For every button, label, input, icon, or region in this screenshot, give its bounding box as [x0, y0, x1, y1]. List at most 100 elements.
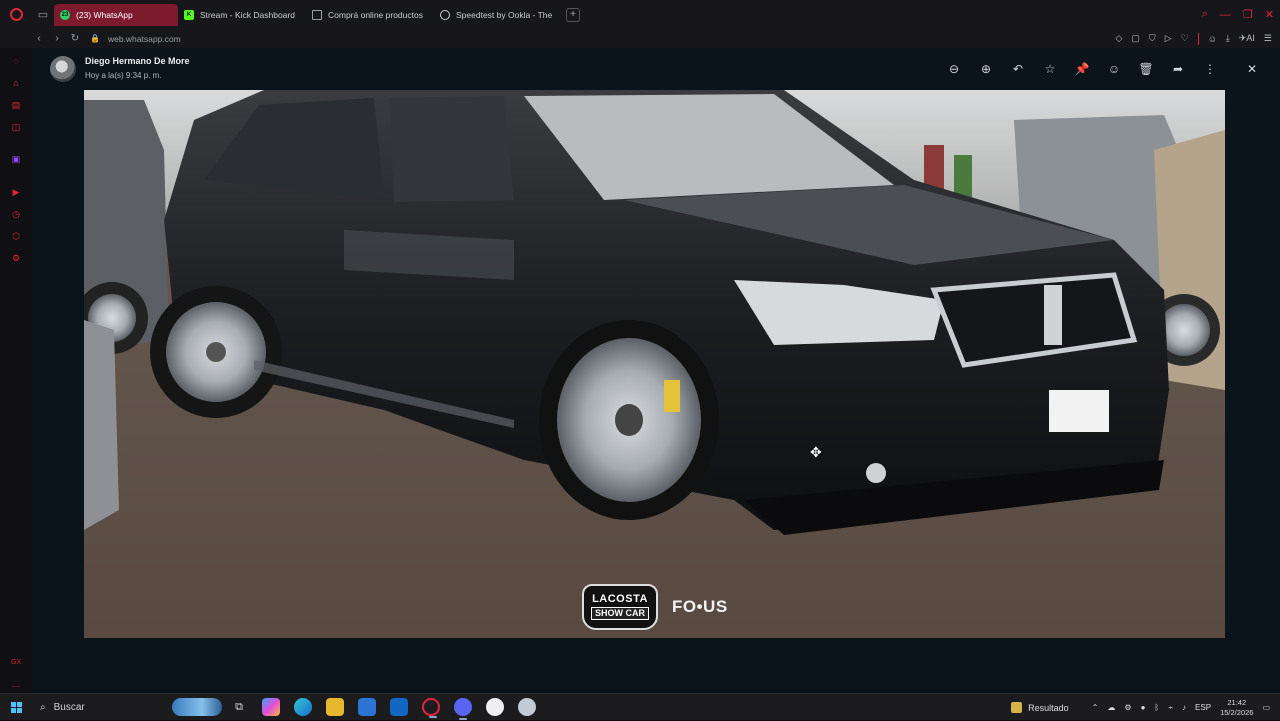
- star-icon[interactable]: ☆: [1040, 59, 1060, 79]
- onedrive-icon[interactable]: ☁: [1107, 703, 1115, 712]
- minimize-icon[interactable]: —: [1220, 9, 1231, 21]
- tab-label: Comprá online productos: [328, 10, 423, 20]
- media-image[interactable]: LACOSTA SHOW CAR FO•US ✥: [84, 90, 1225, 638]
- back-icon[interactable]: ‹: [30, 33, 48, 44]
- focus-logo: FO•US: [672, 597, 728, 616]
- taskbar-search[interactable]: ⌕ Buscar: [32, 694, 222, 721]
- app-icon[interactable]: [518, 698, 536, 716]
- zoom-out-icon[interactable]: ⊖: [944, 59, 964, 79]
- search-icon: ⌕: [40, 701, 46, 713]
- sidebar-twitch-icon[interactable]: ▣: [10, 153, 22, 165]
- speedtest-icon: [440, 10, 450, 20]
- taskbar-apps: ⧉: [230, 698, 536, 720]
- sender-name: Diego Hermano De More: [85, 56, 190, 66]
- forward-icon[interactable]: ›: [48, 33, 66, 44]
- sent-timestamp: Hoy a la(s) 9:34 p. m.: [85, 71, 162, 80]
- pin-icon[interactable]: 📌: [1072, 59, 1092, 79]
- network-icon[interactable]: ⌁: [1168, 703, 1173, 712]
- sidebar-messenger-icon[interactable]: ▤: [10, 99, 22, 111]
- window-controls: ⌕ — ❐ ✕: [1202, 0, 1274, 29]
- menu-icon[interactable]: ☰: [1264, 33, 1272, 44]
- viewer-actions: ⊖ ⊕ ↶ ☆ 📌 ☺ 🗑 ➦ ⋮ ✕: [944, 59, 1262, 79]
- search-highlight-image: [172, 697, 222, 716]
- download-icon[interactable]: ⤓: [1226, 33, 1230, 44]
- player-icon[interactable]: ▷: [1165, 33, 1172, 44]
- reply-icon[interactable]: ↶: [1008, 59, 1028, 79]
- sidebar-instagram-icon[interactable]: ◫: [10, 121, 22, 133]
- volume-icon[interactable]: ♪: [1182, 703, 1186, 712]
- toolbar-icons: ◇ ▢ ⛉ ▷ ♡ ☺ ⤓ ✈AI ☰: [1115, 29, 1272, 48]
- discord-icon[interactable]: [454, 698, 472, 720]
- forward-icon[interactable]: ➦: [1168, 59, 1188, 79]
- notifications-icon[interactable]: ▭: [1262, 703, 1270, 712]
- restore-icon[interactable]: ❐: [1243, 8, 1253, 21]
- lock-icon: 🔒: [90, 34, 100, 43]
- task-view-icon[interactable]: ⧉: [230, 698, 248, 716]
- obs-icon[interactable]: [486, 698, 504, 716]
- search-placeholder: Buscar: [53, 701, 85, 713]
- outlook-icon[interactable]: [390, 698, 408, 716]
- sidebar-history-icon[interactable]: ◷: [10, 208, 22, 220]
- system-tray: Resultado ⌃ ☁ ⚙ ● ᛒ ⌁ ♪ ESP 21:42 15/2/2…: [1011, 694, 1280, 721]
- watermark: LACOSTA SHOW CAR FO•US: [582, 584, 728, 630]
- taskbar: ⌕ Buscar ⧉ Resultado ⌃ ☁ ⚙ ● ᛒ ⌁ ♪ ESP 2…: [0, 693, 1280, 720]
- whatsapp-icon: 23: [60, 10, 70, 20]
- profile-icon[interactable]: ☺: [1208, 34, 1217, 44]
- tab-shop[interactable]: Comprá online productos: [306, 4, 434, 26]
- opera-gx-icon[interactable]: [422, 698, 440, 718]
- sidebar-extensions-icon[interactable]: ⬡: [10, 230, 22, 242]
- close-window-icon[interactable]: ✕: [1265, 8, 1274, 21]
- vpn-icon[interactable]: ⛉: [1149, 33, 1156, 44]
- close-viewer-icon[interactable]: ✕: [1242, 59, 1262, 79]
- zoom-in-icon[interactable]: ⊕: [976, 59, 996, 79]
- weather-icon: [1011, 702, 1023, 713]
- store-icon[interactable]: [358, 698, 376, 716]
- tab-speedtest[interactable]: Speedtest by Ookla - The: [434, 4, 562, 26]
- settings-icon[interactable]: ⚙: [1124, 703, 1131, 712]
- tab-label: Stream - Kick Dashboard: [200, 10, 295, 20]
- delete-icon[interactable]: 🗑: [1136, 59, 1156, 79]
- sidebar-gx-icon[interactable]: GX: [10, 656, 22, 668]
- opera-logo-icon[interactable]: [0, 0, 32, 29]
- lacosta-logo: LACOSTA SHOW CAR: [582, 584, 658, 630]
- browser-sidebar: ◌ ⌂ ▤ ◫ ▣ ▶ ◷ ⬡ ⚙ GX …: [0, 48, 32, 693]
- emoji-icon[interactable]: ☺: [1104, 59, 1124, 79]
- weather-widget[interactable]: Resultado: [1011, 702, 1069, 713]
- kick-icon: K: [184, 10, 194, 20]
- media-viewer: Diego Hermano De More Hoy a la(s) 9:34 p…: [32, 48, 1280, 693]
- edge-icon[interactable]: [294, 698, 312, 716]
- sidebar-ai-icon[interactable]: ◌: [10, 55, 22, 67]
- sidebar-player-icon[interactable]: ▶: [10, 186, 22, 198]
- heart-icon[interactable]: ♡: [1181, 33, 1189, 44]
- url-field[interactable]: web.whatsapp.com: [108, 34, 181, 44]
- move-cursor-icon: ✥: [810, 444, 822, 460]
- mic-icon[interactable]: ●: [1141, 703, 1146, 712]
- sidebar-settings-icon[interactable]: ⚙: [10, 252, 22, 264]
- sidebar-more-icon[interactable]: …: [10, 678, 22, 690]
- more-options-icon[interactable]: ⋮: [1200, 59, 1220, 79]
- tray-overflow-icon[interactable]: ⌃: [1092, 703, 1099, 712]
- sidebar-shop-icon[interactable]: ⌂: [10, 77, 22, 89]
- windows-icon: [10, 701, 22, 713]
- tab-menu-icon[interactable]: ▭: [32, 0, 54, 29]
- clock[interactable]: 21:42 15/2/2026: [1220, 698, 1253, 718]
- document-icon: [312, 10, 322, 20]
- snapshot-icon[interactable]: ▢: [1131, 33, 1140, 44]
- tab-label: (23) WhatsApp: [76, 10, 133, 20]
- address-bar: ‹ › ↻ 🔒 web.whatsapp.com ◇ ▢ ⛉ ▷ ♡ ☺ ⤓ ✈…: [0, 29, 1280, 48]
- search-tabs-icon[interactable]: ⌕: [1202, 8, 1208, 21]
- car-photo: [84, 90, 1225, 638]
- copilot-icon[interactable]: [262, 698, 280, 716]
- tab-whatsapp[interactable]: 23 (23) WhatsApp: [54, 4, 178, 26]
- ai-icon[interactable]: ✈AI: [1239, 33, 1255, 44]
- bluetooth-icon[interactable]: ᛒ: [1154, 703, 1159, 712]
- new-tab-button[interactable]: +: [566, 7, 580, 22]
- file-explorer-icon[interactable]: [326, 698, 344, 716]
- bookmark-icon[interactable]: ◇: [1115, 33, 1122, 44]
- tab-bar: ▭ 23 (23) WhatsApp K Stream - Kick Dashb…: [0, 0, 1280, 29]
- avatar[interactable]: [50, 56, 76, 82]
- language-indicator[interactable]: ESP: [1195, 703, 1211, 712]
- start-button[interactable]: [0, 701, 32, 713]
- tab-kick[interactable]: K Stream - Kick Dashboard: [178, 4, 306, 26]
- reload-icon[interactable]: ↻: [66, 33, 84, 44]
